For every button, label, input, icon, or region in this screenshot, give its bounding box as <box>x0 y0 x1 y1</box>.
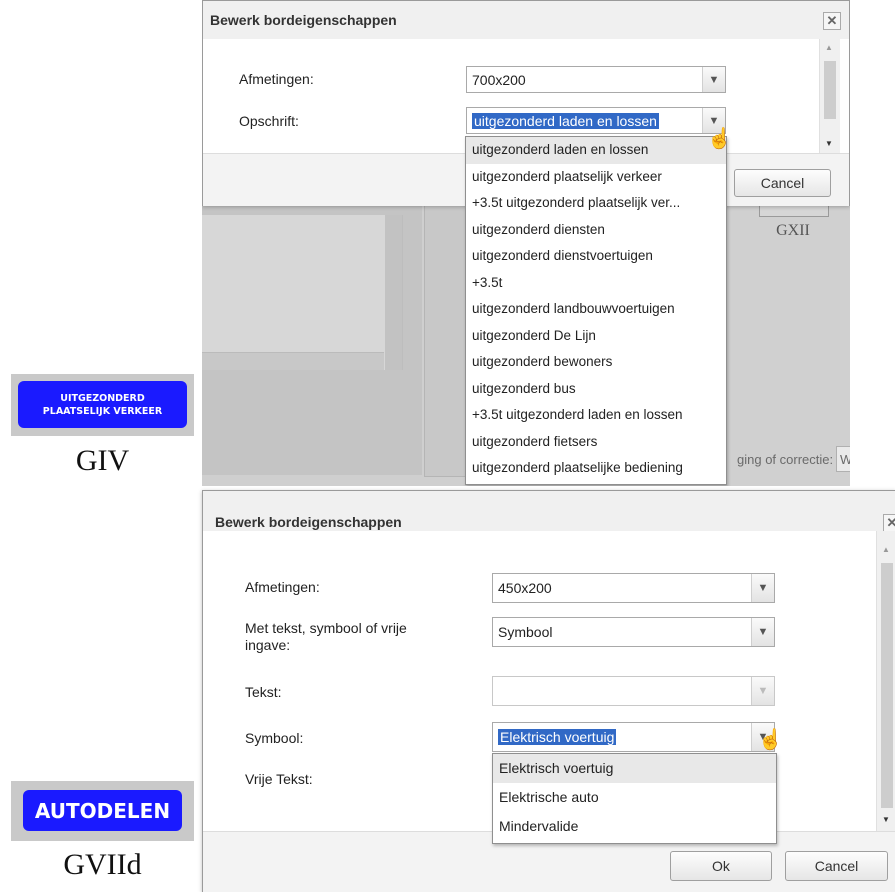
opschrift-value: uitgezonderd laden en lossen <box>472 112 659 129</box>
dropdown-option[interactable]: uitgezonderd bus <box>466 376 726 403</box>
mode-label: Met tekst, symbool of vrije ingave: <box>245 620 407 654</box>
dialog-1-titlebar: Bewerk bordeigenschappen ✕ <box>203 1 849 40</box>
symbool-label: Symbool: <box>245 730 304 746</box>
opschrift-label: Opschrift: <box>239 113 299 129</box>
vrije-tekst-label: Vrije Tekst: <box>245 771 313 787</box>
dialog-2-title: Bewerk bordeigenschappen <box>215 514 402 530</box>
close-icon[interactable]: ✕ <box>883 514 895 532</box>
mode-label-line2: ingave: <box>245 637 291 653</box>
afmetingen-label: Afmetingen: <box>239 71 314 87</box>
tekst-label: Tekst: <box>245 684 282 700</box>
sign-giv-plate: UITGEZONDERD PLAATSELIJK VERKEER <box>18 381 187 428</box>
scrollbar-thumb[interactable] <box>881 563 893 808</box>
screenshot-1: GXII ging of correctie: W Bewerk bordeig… <box>202 0 850 486</box>
scroll-up-icon[interactable]: ▲ <box>882 545 890 554</box>
bg-scrollbar-h <box>202 352 384 370</box>
chevron-down-icon: ▼ <box>751 677 774 705</box>
scrollbar-thumb[interactable] <box>824 61 836 119</box>
sign-giv-line1: UITGEZONDERD <box>60 392 145 404</box>
mode-label-line1: Met tekst, symbool of vrije <box>245 620 407 636</box>
dropdown-option[interactable]: +3.5t uitgezonderd laden en lossen <box>466 402 726 429</box>
chevron-down-icon[interactable]: ▼ <box>751 574 774 602</box>
opschrift-value-wrap: uitgezonderd laden en lossen <box>472 112 659 129</box>
tekst-select: ▼ <box>492 676 775 706</box>
mode-select[interactable]: Symbool ▼ <box>492 617 775 647</box>
opschrift-select[interactable]: uitgezonderd laden en lossen ▼ <box>466 107 726 134</box>
edit-sign-dialog-2: Bewerk bordeigenschappen ✕ Afmetingen: 4… <box>202 490 895 892</box>
dialog-1-scrollbar[interactable]: ▲ ▼ <box>819 39 840 153</box>
symbool-select[interactable]: Elektrisch voertuig ▼ <box>492 722 775 752</box>
scroll-down-icon[interactable]: ▼ <box>825 139 833 148</box>
afmetingen-select[interactable]: 700x200 ▼ <box>466 66 726 93</box>
dialog-2-scrollbar[interactable]: ▲ ▼ <box>876 531 895 831</box>
dropdown-option[interactable]: uitgezonderd De Lijn <box>466 323 726 350</box>
dropdown-option[interactable]: uitgezonderd plaatselijk verkeer <box>466 164 726 191</box>
dropdown-option[interactable]: +3.5t <box>466 270 726 297</box>
hand-pointer-icon: ☝ <box>707 128 732 150</box>
scroll-up-icon[interactable]: ▲ <box>825 43 833 52</box>
sign-gviid-code: GVIId <box>63 848 142 881</box>
bg-scrollbar-v <box>385 215 402 370</box>
afmetingen-value: 450x200 <box>498 580 552 596</box>
close-icon[interactable]: ✕ <box>823 12 841 30</box>
chevron-down-icon[interactable]: ▼ <box>702 67 725 92</box>
cancel-button[interactable]: Cancel <box>785 851 888 881</box>
scroll-down-icon[interactable]: ▼ <box>882 815 890 824</box>
bg-panel-inner <box>202 215 403 370</box>
afmetingen-label: Afmetingen: <box>245 579 320 595</box>
sign-giv-code: GIV <box>75 444 130 477</box>
dropdown-option[interactable]: uitgezonderd diensten <box>466 217 726 244</box>
dialog-1-title: Bewerk bordeigenschappen <box>210 12 397 28</box>
sign-gviid-plate: AUTODELEN <box>23 790 182 831</box>
ok-button[interactable]: Ok <box>670 851 772 881</box>
bg-correction-label: ging of correctie: <box>737 452 834 467</box>
afmetingen-select[interactable]: 450x200 ▼ <box>492 573 775 603</box>
dropdown-option[interactable]: +3.5t uitgezonderd plaatselijk ver... <box>466 190 726 217</box>
chevron-down-icon[interactable]: ▼ <box>751 618 774 646</box>
hand-pointer-icon: ☝ <box>758 729 783 751</box>
dropdown-option[interactable]: uitgezonderd laden en lossen <box>466 137 726 164</box>
dropdown-option[interactable]: uitgezonderd landbouwvoertuigen <box>466 296 726 323</box>
mode-value: Symbool <box>498 624 553 640</box>
dialog-2-titlebar: Bewerk bordeigenschappen ✕ <box>203 491 895 532</box>
sign-gviid-line1: AUTODELEN <box>34 798 171 823</box>
bg-gxii-label: GXII <box>776 222 810 239</box>
afmetingen-value: 700x200 <box>472 71 526 88</box>
symbool-value: Elektrisch voertuig <box>498 729 617 745</box>
dropdown-option[interactable]: uitgezonderd bewoners <box>466 349 726 376</box>
dropdown-option[interactable]: Elektrische auto <box>493 783 776 812</box>
opschrift-dropdown-list[interactable]: uitgezonderd laden en lossen uitgezonder… <box>465 136 727 485</box>
dropdown-option[interactable]: uitgezonderd fietsers <box>466 429 726 456</box>
bg-correction-field: W <box>836 446 850 472</box>
dropdown-option[interactable]: Mindervalide <box>493 812 776 841</box>
sign-giv-line2: PLAATSELIJK VERKEER <box>42 405 163 417</box>
sign-giv-thumbnail: UITGEZONDERD PLAATSELIJK VERKEER <box>11 374 194 436</box>
sign-gviid-thumbnail: AUTODELEN <box>11 781 194 841</box>
dropdown-option[interactable]: uitgezonderd dienstvoertuigen <box>466 243 726 270</box>
symbool-value-wrap: Elektrisch voertuig <box>498 729 617 745</box>
bg-correction-field-value: W <box>840 452 850 467</box>
cancel-button[interactable]: Cancel <box>734 169 831 197</box>
dropdown-option[interactable]: Elektrisch voertuig <box>493 754 776 783</box>
symbool-dropdown-list[interactable]: Elektrisch voertuig Elektrische auto Min… <box>492 753 777 844</box>
dropdown-option[interactable]: uitgezonderd plaatselijke bediening <box>466 455 726 482</box>
